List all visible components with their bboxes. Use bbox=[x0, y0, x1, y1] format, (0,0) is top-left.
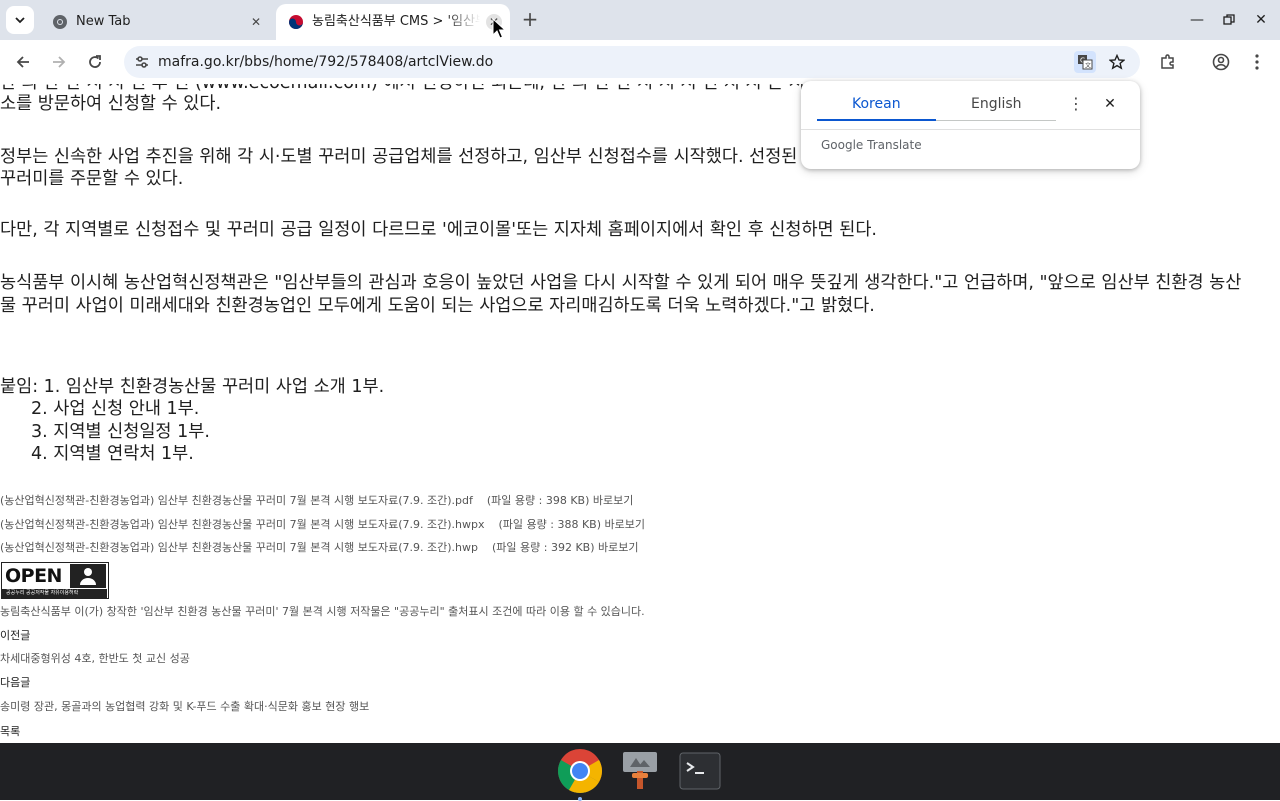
file-size: (파일 용량 : 388 KB) bbox=[498, 518, 602, 531]
profile-icon bbox=[1212, 53, 1230, 71]
korea-flag-icon bbox=[289, 15, 303, 29]
translate-options-icon[interactable]: ⋮ bbox=[1066, 93, 1086, 115]
close-tab-icon[interactable]: ✕ bbox=[248, 14, 264, 30]
divider bbox=[801, 129, 1140, 130]
article-text: 꾸러미를 주문할 수 있다. bbox=[0, 169, 184, 189]
tab-target-language[interactable]: English bbox=[971, 95, 1022, 113]
tab-source-language[interactable]: Korean bbox=[852, 95, 901, 113]
taskbar-chrome[interactable] bbox=[556, 747, 604, 801]
file-size: (파일 용량 : 392 KB) bbox=[491, 541, 595, 554]
article-text: 다만, 각 지역별로 신청접수 및 꾸러미 공급 일정이 다르므로 '에코이몰'… bbox=[0, 220, 877, 240]
file-item: (농산업혁신정책관-친환경농업과) 임산부 친환경농산물 꾸러미 7월 본격 시… bbox=[0, 541, 638, 555]
arrow-left-icon bbox=[16, 56, 29, 68]
tab-search-button[interactable] bbox=[6, 6, 34, 34]
forward-button[interactable] bbox=[45, 48, 73, 76]
restore-icon bbox=[1223, 14, 1235, 25]
active-tab-indicator bbox=[817, 119, 936, 121]
close-icon[interactable]: ✕ bbox=[1100, 93, 1120, 115]
new-tab-button[interactable]: + bbox=[518, 8, 542, 32]
terminal-icon bbox=[679, 752, 721, 790]
puzzle-icon bbox=[1161, 54, 1174, 69]
attachment-list-item: 2. 사업 신청 안내 1부. bbox=[31, 399, 200, 419]
browser-toolbar: mafra.go.kr/bbs/home/792/578408/artclVie… bbox=[0, 40, 1280, 84]
translate-popup: Korean English ⋮ ✕ Google Translate bbox=[801, 81, 1140, 169]
file-link[interactable]: (농산업혁신정책관-친환경농업과) 임산부 친환경농산물 꾸러미 7월 본격 시… bbox=[0, 494, 473, 507]
mouse-cursor-icon bbox=[492, 18, 506, 39]
svg-text:文: 文 bbox=[1085, 62, 1091, 70]
file-view-link[interactable]: 바로보기 bbox=[598, 541, 638, 554]
restore-button[interactable] bbox=[1217, 8, 1241, 32]
attachment-list-item: 3. 지역별 신청일정 1부. bbox=[31, 422, 210, 442]
file-view-link[interactable]: 바로보기 bbox=[593, 494, 633, 507]
tab-underline bbox=[936, 120, 1056, 121]
chrome-icon bbox=[53, 15, 67, 29]
prev-post-label: 이전글 bbox=[0, 629, 31, 642]
profile-button[interactable] bbox=[1207, 48, 1235, 76]
minimize-button[interactable]: — bbox=[1185, 8, 1209, 32]
tab-strip: New Tab ✕ 농림축산식품부 CMS > '임산부 친환경 농산물 꾸러미… bbox=[0, 0, 1280, 40]
attachment-list-item: 붙임: 1. 임산부 친환경농산물 꾸러미 사업 소개 1부. bbox=[0, 377, 385, 397]
attachment-list-item: 4. 지역별 연락처 1부. bbox=[31, 444, 194, 464]
tab-title: New Tab bbox=[76, 14, 131, 29]
chevron-down-icon bbox=[15, 17, 25, 24]
active-indicator bbox=[578, 797, 582, 801]
app-icon bbox=[623, 752, 657, 789]
prev-post-link[interactable]: 차세대중형위성 4호, 한반도 첫 교신 성공 bbox=[0, 652, 190, 666]
tab-new-tab[interactable]: New Tab ✕ bbox=[40, 4, 272, 40]
list-button[interactable]: 목록 bbox=[0, 725, 20, 739]
reload-icon bbox=[89, 55, 101, 68]
page-content: 한 의 한 한 시 시 친 후 친 (www.ecoemall.com) 에서 … bbox=[0, 84, 1280, 743]
file-item: (농산업혁신정책관-친환경농업과) 임산부 친환경농산물 꾸러미 7월 본격 시… bbox=[0, 518, 645, 532]
tab-mafra[interactable]: 농림축산식품부 CMS > '임산부 친환경 농산물 꾸러미' 7월 ✕ bbox=[276, 4, 510, 40]
person-icon bbox=[70, 564, 106, 588]
back-button[interactable] bbox=[9, 48, 37, 76]
file-link[interactable]: (농산업혁신정책관-친환경농업과) 임산부 친환경농산물 꾸러미 7월 본격 시… bbox=[0, 518, 485, 531]
address-bar[interactable]: mafra.go.kr/bbs/home/792/578408/artclVie… bbox=[124, 46, 1140, 78]
taskbar-terminal[interactable] bbox=[676, 747, 724, 795]
article-text: 물 꾸러미 사업이 미래세대와 친환경농업인 모두에게 도움이 되는 사업으로 … bbox=[0, 296, 875, 316]
license-notice: 농림축산식품부 이(가) 창작한 '임산부 친환경 농산물 꾸러미' 7월 본격… bbox=[0, 605, 645, 618]
extensions-button[interactable] bbox=[1154, 48, 1182, 76]
url-text: mafra.go.kr/bbs/home/792/578408/artclVie… bbox=[158, 54, 494, 70]
chrome-icon bbox=[558, 749, 602, 793]
tab-title: 농림축산식품부 CMS > '임산부 친환경 농산물 꾸러미' 7월 bbox=[312, 14, 480, 29]
close-window-button[interactable]: ✕ bbox=[1249, 8, 1273, 32]
kogl-open-badge: OPEN 공공누리 공공저작물 자유이용허락 bbox=[1, 562, 109, 599]
file-size: (파일 용량 : 398 KB) bbox=[486, 494, 590, 507]
article-text: 농식품부 이시혜 농산업혁신정책관은 "임산부들의 관심과 호응이 높았던 사업… bbox=[0, 273, 1242, 293]
arrow-right-icon bbox=[53, 56, 66, 68]
file-item: (농산업혁신정책관-친환경농업과) 임산부 친환경농산물 꾸러미 7월 본격 시… bbox=[0, 494, 633, 508]
bookmark-star-icon[interactable] bbox=[1107, 52, 1127, 72]
taskbar bbox=[0, 743, 1280, 801]
file-link[interactable]: (농산업혁신정책관-친환경농업과) 임산부 친환경농산물 꾸러미 7월 본격 시… bbox=[0, 541, 478, 554]
taskbar-app[interactable] bbox=[616, 747, 664, 795]
next-post-label: 다음글 bbox=[0, 676, 31, 689]
translate-icon[interactable]: G文 bbox=[1074, 51, 1096, 73]
google-translate-brand: Google Translate bbox=[821, 138, 922, 152]
reload-button[interactable] bbox=[81, 48, 109, 76]
site-info-icon[interactable] bbox=[134, 54, 150, 70]
menu-button[interactable] bbox=[1243, 48, 1271, 76]
next-post-link[interactable]: 송미령 장관, 몽골과의 농업협력 강화 및 K-푸드 수출 확대·식문화 홍보… bbox=[0, 700, 369, 714]
file-view-link[interactable]: 바로보기 bbox=[605, 518, 645, 531]
kebab-menu-icon bbox=[1255, 54, 1259, 70]
